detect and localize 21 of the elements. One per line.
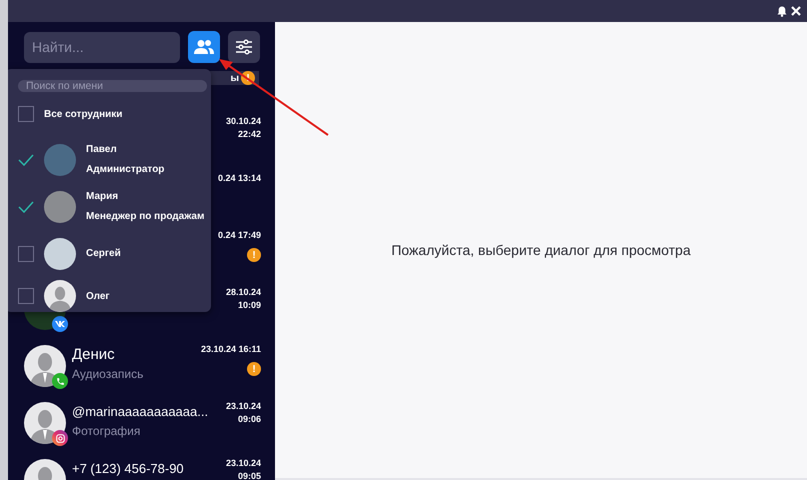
alert-badge: !: [247, 248, 261, 262]
employee-name: Мария: [86, 191, 120, 202]
option-label: Все сотрудники: [44, 108, 122, 120]
timestamp: 23.10.24 09:05: [226, 457, 261, 480]
empty-state-message: Пожалуйста, выберите диалог для просмотра: [391, 242, 691, 258]
contact-name: +7 (123) 456-78-90: [72, 460, 184, 478]
timestamp: 23.10.24 09:06: [226, 400, 261, 426]
timestamp: 0.24 17:49: [218, 229, 261, 242]
employee-name: Павел: [86, 144, 118, 155]
alert-badge: !: [247, 362, 261, 376]
employee-name: Сергей: [86, 248, 121, 259]
contact-name: @marinaaaaaaaaaaa...: [72, 403, 208, 421]
employee-role: Администратор: [86, 164, 164, 175]
tab-label: ы: [230, 72, 239, 84]
message-preview: Фотография: [72, 424, 142, 438]
message-preview: Аудиозапись: [72, 367, 144, 381]
employee-name: Олег: [86, 290, 110, 302]
contact-name: Денис: [72, 346, 115, 364]
timestamp: 28.10.24 10:09: [226, 286, 261, 312]
employee-role: Менеджер по продажам: [86, 211, 204, 222]
timestamp: 23.10.24 16:11: [200, 343, 261, 356]
